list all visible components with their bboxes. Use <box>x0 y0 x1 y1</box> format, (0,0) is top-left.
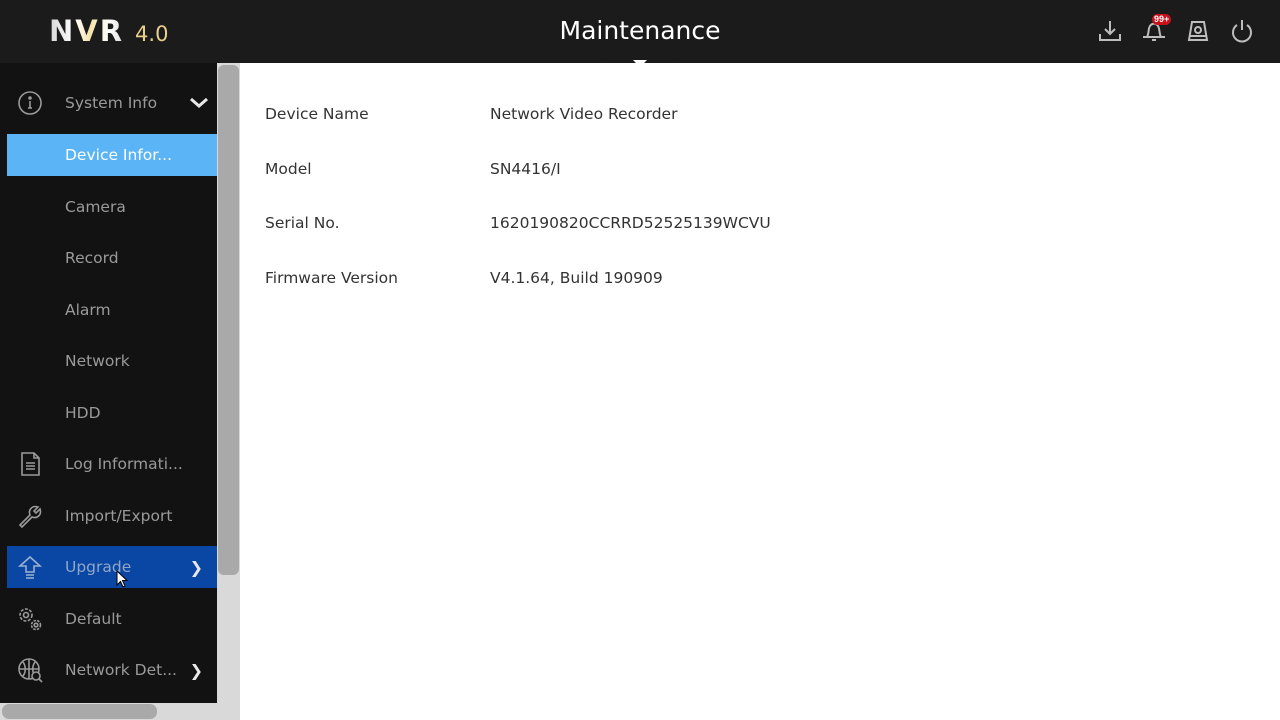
sidebar-label: Network Det... <box>65 661 177 679</box>
sidebar-horizontal-scroll-thumb[interactable] <box>2 704 157 719</box>
document-icon <box>16 451 44 477</box>
hdd-icon <box>1187 21 1209 41</box>
sidebar-item-device-information[interactable]: Device Infor... <box>7 134 217 176</box>
sidebar-item-alarm[interactable]: Alarm <box>7 289 217 331</box>
sidebar-label: Import/Export <box>65 507 173 525</box>
sidebar-item-hdd[interactable]: HDD <box>7 392 217 434</box>
sidebar-item-record[interactable]: Record <box>7 237 217 279</box>
sidebar-vertical-scroll-thumb[interactable] <box>218 65 239 575</box>
sidebar-item-log-information[interactable]: Log Informati... <box>7 443 217 485</box>
sidebar-label: System Info <box>65 94 158 112</box>
power-button[interactable] <box>1228 17 1256 45</box>
info-row-serial-no: Serial No. 1620190820CCRRD52525139WCVU <box>265 214 771 232</box>
sidebar-label: Default <box>65 610 122 628</box>
sidebar-item-default[interactable]: Default <box>7 598 217 640</box>
sidebar-item-upgrade[interactable]: Upgrade ❯ <box>7 546 217 588</box>
page-title: Maintenance <box>559 16 721 45</box>
info-value: SN4416/I <box>490 160 561 178</box>
sidebar-item-import-export[interactable]: Import/Export <box>7 495 217 537</box>
globe-search-icon <box>16 657 44 683</box>
notification-badge: 99+ <box>1152 14 1172 25</box>
sidebar-label: Record <box>65 249 119 267</box>
hdd-button[interactable] <box>1184 17 1212 45</box>
sidebar-item-camera[interactable]: Camera <box>7 186 217 228</box>
device-info-panel: Device Name Network Video Recorder Model… <box>240 63 1280 720</box>
info-row-model: Model SN4416/I <box>265 160 561 178</box>
info-value: Network Video Recorder <box>490 105 678 123</box>
gears-icon <box>16 606 44 632</box>
info-label: Device Name <box>265 105 369 123</box>
info-label: Serial No. <box>265 214 340 232</box>
chevron-right-icon: ❯ <box>189 660 203 680</box>
chevron-right-icon: ❯ <box>189 557 203 577</box>
sidebar-label: Log Informati... <box>65 455 183 473</box>
sidebar-label: Alarm <box>65 301 111 319</box>
mouse-cursor-icon <box>116 570 128 588</box>
sidebar-item-network-detection[interactable]: Network Det... ❯ <box>7 649 217 691</box>
info-row-device-name: Device Name Network Video Recorder <box>265 105 677 123</box>
info-value: 1620190820CCRRD52525139WCVU <box>490 214 771 232</box>
wrench-icon <box>16 503 44 529</box>
upgrade-arrow-icon <box>16 554 44 580</box>
chevron-down-icon <box>189 94 209 113</box>
sidebar-label: HDD <box>65 404 101 422</box>
sidebar-group-system-info[interactable]: System Info <box>7 82 217 124</box>
sidebar-label: Camera <box>65 198 126 216</box>
download-button[interactable] <box>1096 17 1124 45</box>
top-icons: 99+ <box>1096 14 1256 45</box>
sidebar-label: Device Infor... <box>65 146 173 164</box>
download-icon <box>1099 21 1121 41</box>
info-label: Model <box>265 160 312 178</box>
sidebar-label: Network <box>65 352 130 370</box>
info-icon <box>16 90 44 116</box>
sidebar-item-network[interactable]: Network <box>7 340 217 382</box>
info-value: V4.1.64, Build 190909 <box>490 269 663 287</box>
power-icon <box>1232 20 1252 43</box>
info-row-firmware-version: Firmware Version V4.1.64, Build 190909 <box>265 269 663 287</box>
alarm-notifications-button[interactable]: 99+ <box>1140 14 1172 45</box>
info-label: Firmware Version <box>265 269 398 287</box>
